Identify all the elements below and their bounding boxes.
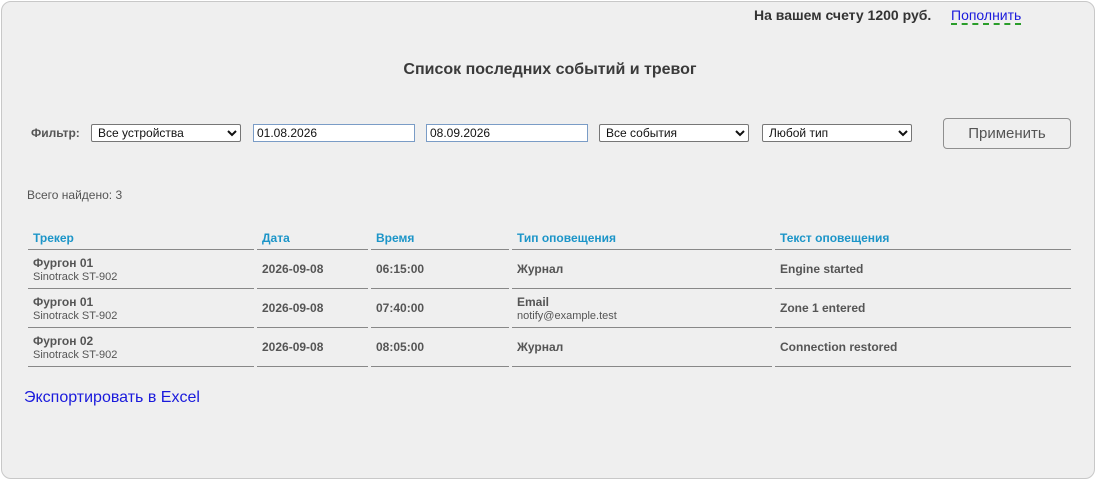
table-header-row: Трекер Дата Время Тип оповещения Текст о… [28,228,1071,250]
alert-text-cell: Zone 1 entered [775,289,1071,328]
col-alert-text[interactable]: Текст оповещения [775,228,1071,250]
time-cell: 08:05:00 [371,328,509,367]
time-cell: 07:40:00 [371,289,509,328]
events-select[interactable]: Все события [599,124,749,142]
alert-recipient: notify@example.test [517,309,617,322]
table-row[interactable]: Фургон 01 Sinotrack ST-902 2026-09-08 06… [28,250,1071,289]
device-select[interactable]: Все устройства [91,124,241,142]
col-alert-type[interactable]: Тип оповещения [512,228,772,250]
table-row[interactable]: Фургон 02 Sinotrack ST-902 2026-09-08 08… [28,328,1071,367]
alert-text-cell: Engine started [775,250,1071,289]
alert-text-cell: Connection restored [775,328,1071,367]
events-table: Трекер Дата Время Тип оповещения Текст о… [25,228,1074,367]
col-time[interactable]: Время [371,228,509,250]
table-row[interactable]: Фургон 01 Sinotrack ST-902 2026-09-08 07… [28,289,1071,328]
time-cell: 06:15:00 [371,250,509,289]
tracker-model: Sinotrack ST-902 [33,270,118,283]
col-date[interactable]: Дата [257,228,368,250]
alert-type: Email [517,294,550,309]
apply-button[interactable]: Применить [943,118,1071,149]
alert-type-cell: Email notify@example.test [512,289,772,328]
tracker-cell: Фургон 01 Sinotrack ST-902 [28,250,254,289]
page-title: Список последних событий и тревог [403,61,697,78]
tracker-name: Фургон 01 [33,294,94,309]
filter-label: Фильтр: [31,126,80,140]
date-cell: 2026-09-08 [257,328,368,367]
main-panel: На вашем счету 1200 руб. Пополнить Списо… [1,1,1095,479]
alert-type-cell: Журнал [512,250,772,289]
balance-text: На вашем счету 1200 руб. [754,7,932,23]
date-cell: 2026-09-08 [257,289,368,328]
date-to-input[interactable] [426,124,588,142]
type-select[interactable]: Любой тип [762,124,912,142]
alert-type-cell: Журнал [512,328,772,367]
date-from-input[interactable] [253,124,415,142]
alert-type: Журнал [517,262,564,276]
topup-link[interactable]: Пополнить [951,7,1022,25]
export-excel-link[interactable]: Экспортировать в Excel [24,389,200,407]
tracker-model: Sinotrack ST-902 [33,309,118,322]
tracker-name: Фургон 02 [33,333,94,348]
col-tracker[interactable]: Трекер [28,228,254,250]
tracker-name: Фургон 01 [33,255,94,270]
date-cell: 2026-09-08 [257,250,368,289]
tracker-model: Sinotrack ST-902 [33,348,118,361]
tracker-cell: Фургон 01 Sinotrack ST-902 [28,289,254,328]
alert-type: Журнал [517,340,564,354]
found-count: Всего найдено: 3 [27,188,123,202]
tracker-cell: Фургон 02 Sinotrack ST-902 [28,328,254,367]
